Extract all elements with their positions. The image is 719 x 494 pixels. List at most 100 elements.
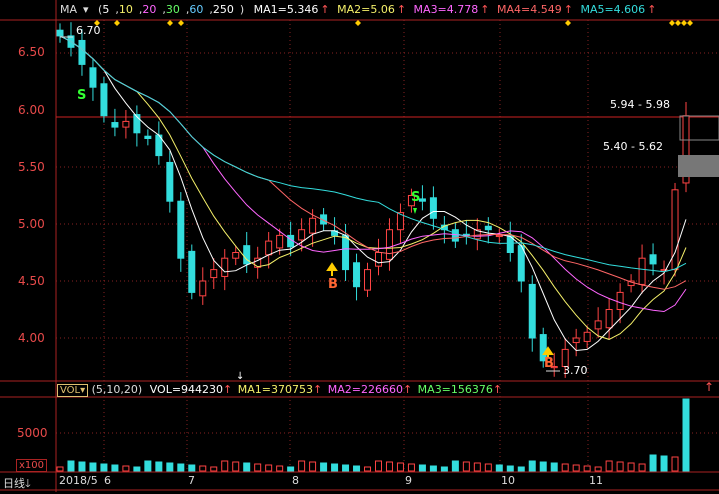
candlestick-chart[interactable] [0, 0, 719, 492]
volume-bars-group [56, 398, 690, 472]
up-arrow-icon: ↑ [492, 383, 503, 396]
candle-body[interactable] [583, 331, 591, 342]
volume-bar [188, 464, 196, 472]
candle-body[interactable] [166, 161, 174, 202]
volume-bar [561, 463, 569, 472]
price-range-box-lower [678, 155, 719, 177]
candle-body[interactable] [572, 337, 580, 344]
candle-body[interactable] [385, 229, 393, 260]
ma-line-5 [59, 35, 687, 273]
volume-bar [56, 466, 64, 472]
volume-bar [539, 461, 547, 472]
volume-bar [550, 462, 558, 472]
date-label-11: 11 [589, 474, 603, 487]
candle-body[interactable] [309, 217, 317, 234]
volume-bar [407, 463, 415, 472]
candle-body[interactable] [199, 280, 207, 297]
volume-bar [298, 460, 306, 472]
candle-body[interactable] [495, 234, 503, 238]
candle-body[interactable] [364, 269, 372, 291]
vol-value: VOL=944230 [149, 383, 224, 396]
volume-bar [429, 465, 437, 472]
period-label: 日线 [3, 477, 25, 490]
volume-indicator-dropdown[interactable]: VOL▾ [57, 384, 89, 397]
volume-bar [100, 463, 108, 472]
volume-bar [144, 460, 152, 472]
volume-bar [210, 466, 218, 472]
candle-body[interactable] [100, 83, 108, 117]
volume-bar [473, 462, 481, 472]
ma-line-4 [59, 35, 687, 290]
volume-bar [660, 455, 668, 472]
candle-body[interactable] [188, 250, 196, 293]
volume-indicator-header: VOL▾ (5,10,20) VOL=944230↑ MA1=370753↑ M… [57, 383, 503, 397]
date-label-10: 10 [501, 474, 515, 487]
candle-body[interactable] [89, 67, 97, 88]
candle-body[interactable] [594, 320, 602, 330]
ma-line-1 [59, 35, 687, 352]
event-markers[interactable] [94, 20, 693, 26]
candle-body[interactable] [638, 257, 646, 285]
up-arrow-icon: ↑ [313, 383, 323, 396]
volume-bar [331, 463, 339, 472]
volume-bar [243, 462, 251, 472]
volume-bar [572, 464, 580, 472]
volume-tick-5000: 5000 [17, 426, 48, 440]
candle-body[interactable] [528, 283, 536, 339]
candle-body[interactable] [111, 122, 119, 128]
volume-bar [517, 466, 525, 472]
candle-body[interactable] [122, 120, 130, 128]
sell-signal-1: S [77, 88, 87, 103]
candle-body[interactable] [671, 189, 679, 271]
candle-body[interactable] [451, 229, 459, 242]
buy-signal-1: B [328, 277, 338, 292]
candle-body[interactable] [298, 229, 306, 241]
volume-bar [122, 465, 130, 472]
price-range-lower-label: 5.40 - 5.62 [603, 140, 663, 153]
ma-line-2 [59, 35, 687, 340]
volume-bar [616, 461, 624, 472]
volume-bar [484, 463, 492, 472]
candle-body[interactable] [210, 269, 218, 279]
candle-body[interactable] [374, 252, 382, 267]
vol-ma2: MA2=226660 [327, 383, 403, 396]
volume-bar [232, 461, 240, 472]
candle-body[interactable] [353, 262, 361, 288]
candle-body[interactable] [484, 225, 492, 231]
candle-body[interactable] [144, 135, 152, 140]
down-arrow-icon: 🡓 [25, 477, 31, 490]
vol-ma1: MA1=370753 [237, 383, 313, 396]
candle-body[interactable] [616, 291, 624, 310]
candle-body[interactable] [177, 200, 185, 259]
volume-bar [111, 464, 119, 472]
candle-body[interactable] [517, 245, 525, 282]
up-arrow-icon: ↑ [223, 383, 233, 396]
candle-body[interactable] [605, 309, 613, 329]
volume-bar [89, 462, 97, 472]
candle-body[interactable] [265, 240, 273, 256]
volume-bar [627, 462, 635, 472]
candle-body[interactable] [429, 197, 437, 219]
candle-body[interactable] [78, 39, 86, 65]
high-price-label: 6.70 [76, 24, 101, 37]
vol-label: VOL [60, 385, 81, 396]
candle-body[interactable] [276, 234, 284, 249]
date-label-6: 6 [104, 474, 111, 487]
volume-bar [583, 465, 591, 472]
period-selector[interactable]: 日线🡓 [3, 475, 31, 494]
volume-bar [199, 465, 207, 472]
volume-bar [364, 466, 372, 472]
volume-bar [649, 454, 657, 472]
volume-bar [638, 463, 646, 472]
volume-bar [287, 466, 295, 472]
sell-arrow-icon [413, 208, 417, 214]
volume-bar [155, 461, 163, 472]
volume-bar [594, 466, 602, 472]
candle-body[interactable] [342, 234, 350, 271]
low-price-label: 3.70 [563, 364, 588, 377]
candle-body[interactable] [649, 254, 657, 265]
candle-body[interactable] [56, 29, 64, 37]
candle-body[interactable] [221, 257, 229, 277]
volume-bar [133, 466, 141, 472]
candle-body[interactable] [232, 252, 240, 259]
